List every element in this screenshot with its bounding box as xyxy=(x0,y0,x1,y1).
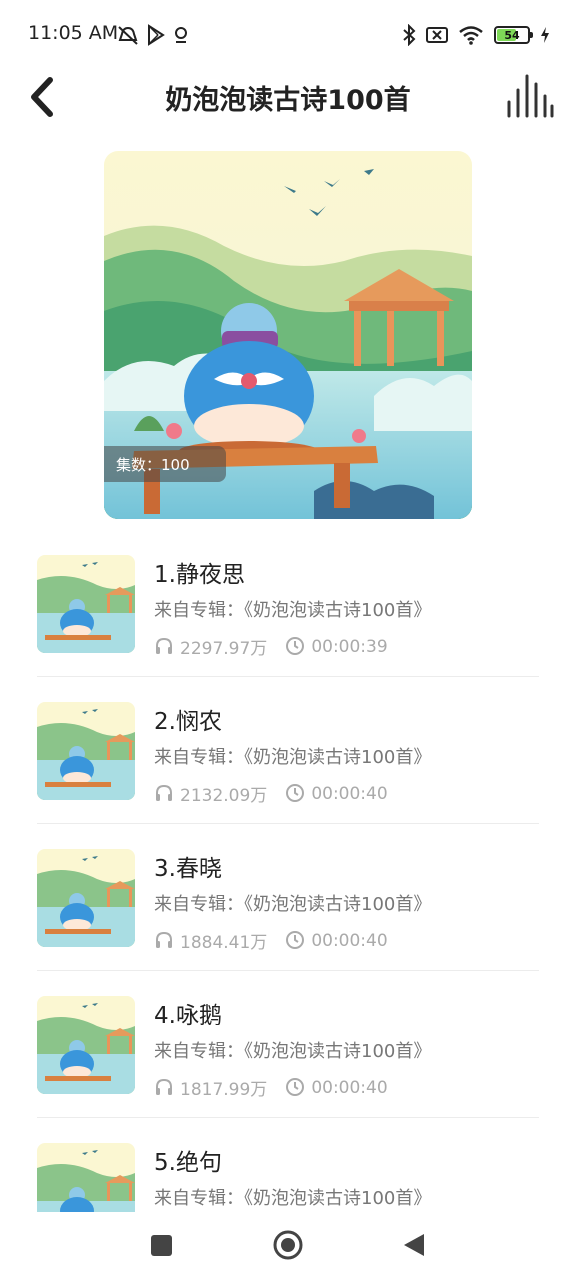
recents-button[interactable] xyxy=(151,1235,172,1256)
episode-album: 来自专辑：《奶泡泡读古诗100首》 xyxy=(154,1041,432,1062)
episode-thumbnail xyxy=(37,996,135,1094)
duration: 00:00:40 xyxy=(311,783,388,804)
headphones-icon xyxy=(154,1077,176,1099)
sim-icon xyxy=(426,27,448,43)
duration-group: 00:00:40 xyxy=(285,930,388,952)
play-count: 1817.99万 xyxy=(180,1080,268,1100)
episode-count-badge: 集数：100 xyxy=(104,446,226,482)
notification-icon xyxy=(175,27,187,43)
status-time: 11:05 AM xyxy=(28,22,119,44)
clock-icon xyxy=(285,1077,307,1099)
duration-group: 00:00:40 xyxy=(285,1077,388,1099)
clock-icon xyxy=(285,783,307,805)
battery-level: 54 xyxy=(504,28,520,42)
clock-icon xyxy=(285,930,307,952)
nav-back-button[interactable] xyxy=(402,1232,426,1258)
play-count: 1884.41万 xyxy=(180,933,268,953)
charging-icon xyxy=(541,27,549,43)
episode-meta: 1884.41万 00:00:40 xyxy=(154,928,388,953)
episode-album: 来自专辑：《奶泡泡读古诗100首》 xyxy=(154,600,432,621)
episode-album: 来自专辑：《奶泡泡读古诗100首》 xyxy=(154,894,432,915)
duration-group: 00:00:39 xyxy=(285,636,388,658)
status-bar: 11:05 AM 54 xyxy=(0,0,576,70)
battery-indicator: 54 xyxy=(494,26,533,44)
clock-icon xyxy=(285,636,307,658)
play-count: 2132.09万 xyxy=(180,786,268,806)
episode-album: 来自专辑：《奶泡泡读古诗100首》 xyxy=(154,1188,432,1209)
list-item[interactable]: 1.静夜思 来自专辑：《奶泡泡读古诗100首》 2297.97万 00:00:3… xyxy=(0,530,576,677)
system-nav-bar xyxy=(0,1212,576,1280)
headphones-icon xyxy=(154,783,176,805)
episode-title: 5.绝句 xyxy=(154,1150,222,1176)
episode-title: 4.咏鹅 xyxy=(154,1003,222,1029)
episode-album: 来自专辑：《奶泡泡读古诗100首》 xyxy=(154,747,432,768)
mute-alarm-icon xyxy=(118,26,138,45)
page-title: 奶泡泡读古诗100首 xyxy=(165,85,411,116)
episode-meta: 1817.99万 00:00:40 xyxy=(154,1075,388,1100)
episode-title: 2.悯农 xyxy=(154,709,222,735)
duration-group: 00:00:40 xyxy=(285,783,388,805)
list-item[interactable]: 3.春晓 来自专辑：《奶泡泡读古诗100首》 1884.41万 00:00:40 xyxy=(0,824,576,971)
episode-title: 3.春晓 xyxy=(154,856,222,882)
player-button[interactable] xyxy=(504,70,554,120)
app-header: 奶泡泡读古诗100首 xyxy=(0,62,576,132)
play-count: 2297.97万 xyxy=(180,639,268,659)
episode-thumbnail xyxy=(37,702,135,800)
status-right-icons: 54 xyxy=(402,22,550,48)
episode-meta: 2297.97万 00:00:39 xyxy=(154,634,388,659)
episode-thumbnail xyxy=(37,849,135,947)
equalizer-icon xyxy=(507,74,554,118)
list-item[interactable]: 4.咏鹅 来自专辑：《奶泡泡读古诗100首》 1817.99万 00:00:40 xyxy=(0,971,576,1118)
bluetooth-icon xyxy=(403,24,416,46)
duration: 00:00:39 xyxy=(311,636,388,657)
duration: 00:00:40 xyxy=(311,930,388,951)
episode-list: 1.静夜思 来自专辑：《奶泡泡读古诗100首》 2297.97万 00:00:3… xyxy=(0,530,576,1265)
headphones-icon xyxy=(154,636,176,658)
list-item[interactable]: 2.悯农 来自专辑：《奶泡泡读古诗100首》 2132.09万 00:00:40 xyxy=(0,677,576,824)
play-store-icon xyxy=(148,24,165,46)
episode-title: 1.静夜思 xyxy=(154,562,245,588)
headphones-icon xyxy=(154,930,176,952)
duration: 00:00:40 xyxy=(311,1077,388,1098)
episode-thumbnail xyxy=(37,555,135,653)
episode-meta: 2132.09万 00:00:40 xyxy=(154,781,388,806)
status-left-icons xyxy=(116,22,190,48)
home-button[interactable] xyxy=(273,1230,303,1260)
wifi-icon xyxy=(459,26,483,45)
